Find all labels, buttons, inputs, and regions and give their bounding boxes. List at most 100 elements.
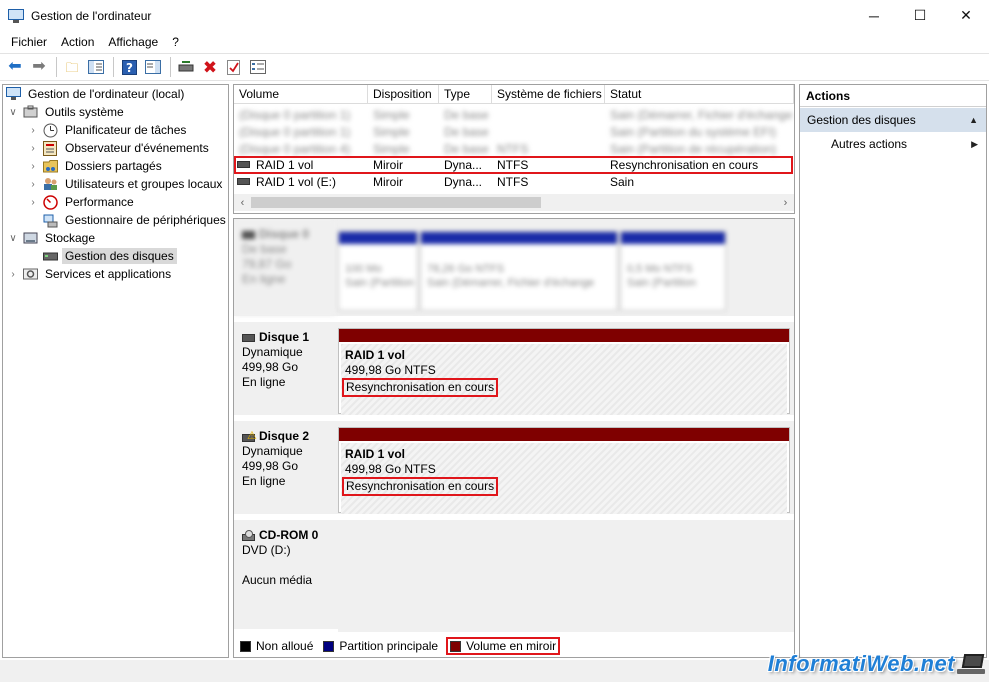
menu-bar: Fichier Action Affichage ? <box>0 31 989 53</box>
forward-arrow-icon[interactable]: ➡ <box>28 56 50 78</box>
chevron-down-icon[interactable]: ∨ <box>7 233 19 244</box>
chevron-down-icon[interactable]: ∨ <box>7 107 19 118</box>
highlight-box <box>234 156 793 174</box>
back-arrow-icon[interactable]: ⬅ <box>4 56 26 78</box>
volume-size: 499,98 Go NTFS <box>345 363 436 377</box>
column-systeme-fichiers[interactable]: Système de fichiers <box>492 85 605 104</box>
event-viewer-icon <box>42 140 58 156</box>
disk-row-0[interactable]: Disque 0 De base 79,87 Go En ligne 100 M… <box>234 219 794 319</box>
chevron-right-icon[interactable]: › <box>7 269 19 280</box>
tree-planificateur[interactable]: › Planificateur de tâches <box>27 121 189 139</box>
help-icon[interactable]: ? <box>118 56 140 78</box>
minimize-button[interactable]: ─ <box>851 0 897 31</box>
disk-graphical-view: Disque 0 De base 79,87 Go En ligne 100 M… <box>233 218 795 658</box>
disk-row-2[interactable]: ⚠ Disque 2 Dynamique 499,98 Go En ligne R… <box>234 421 794 517</box>
list-view-icon[interactable] <box>247 56 269 78</box>
delete-icon[interactable]: ✖ <box>199 56 221 78</box>
tree-gestionnaire-peripheriques[interactable]: Gestionnaire de périphériques <box>42 211 228 229</box>
tree-gestion-disques[interactable]: Gestion des disques <box>42 247 177 265</box>
close-button[interactable]: ✕ <box>943 0 989 31</box>
column-volume[interactable]: Volume <box>234 85 368 104</box>
swatch-unallocated <box>240 640 251 652</box>
scroll-left-icon[interactable]: ‹ <box>234 194 251 211</box>
column-statut[interactable]: Statut <box>605 85 794 104</box>
mirror-volume-bar <box>339 428 789 441</box>
services-icon <box>22 266 38 282</box>
volume-list: Volume Disposition Type Système de fichi… <box>233 84 795 214</box>
tree-services-applications[interactable]: › Services et applications <box>7 265 174 283</box>
swatch-mirror <box>450 640 462 652</box>
disk-name: Disque 1 <box>259 330 310 344</box>
cd-type: DVD (D:) <box>242 543 291 557</box>
menu-action[interactable]: Action <box>54 35 101 49</box>
computer-management-icon <box>8 8 24 23</box>
console-tree: Gestion de l'ordinateur (local) ∨ Outils… <box>2 84 229 658</box>
column-type[interactable]: Type <box>439 85 492 104</box>
column-disposition[interactable]: Disposition <box>368 85 439 104</box>
cd-drive-icon <box>242 529 256 542</box>
chevron-right-icon[interactable]: › <box>27 197 39 208</box>
users-icon <box>42 176 58 192</box>
menu-affichage[interactable]: Affichage <box>101 35 165 49</box>
collapse-up-icon[interactable]: ▲ <box>969 115 978 125</box>
properties-icon[interactable] <box>223 56 245 78</box>
chevron-right-icon[interactable]: › <box>27 143 39 154</box>
legend: Non alloué Partition principale Volume e… <box>234 635 794 657</box>
tree-outils-systeme[interactable]: ∨ Outils système <box>7 103 127 121</box>
watermark-logo: InformatiWeb.net <box>767 651 955 676</box>
actions-header: Actions <box>800 85 986 107</box>
toolbar: ⬅ ➡ 🗀 ? ✖ <box>0 53 989 81</box>
table-row[interactable]: (Disque 0 partition 1) Simple De base Sa… <box>234 123 794 140</box>
scroll-right-icon[interactable]: › <box>777 194 794 211</box>
volume-status: Resynchronisation en cours <box>342 477 499 496</box>
disk-row-cdrom[interactable]: CD-ROM 0 DVD (D:) Aucun média <box>234 520 794 632</box>
tree-root[interactable]: Gestion de l'ordinateur (local) <box>5 85 187 103</box>
tree-observateur[interactable]: › Observateur d'événements <box>27 139 212 157</box>
table-row[interactable]: (Disque 0 partition 1) Simple De base Sa… <box>234 106 794 123</box>
svg-text:?: ? <box>126 61 133 75</box>
performance-icon <box>42 194 58 210</box>
chevron-right-icon[interactable]: › <box>27 179 39 190</box>
maximize-button[interactable]: ☐ <box>897 0 943 31</box>
table-row-raid1-vol-e[interactable]: RAID 1 vol (E:) Miroir Dyna... NTFS Sain <box>234 173 794 190</box>
horizontal-scrollbar[interactable]: ‹ › <box>234 194 794 211</box>
tree-performance[interactable]: › Performance <box>27 193 137 211</box>
tree-stockage[interactable]: ∨ Stockage <box>7 229 98 247</box>
disk-size: 499,98 Go <box>242 360 299 374</box>
volume-name: RAID 1 vol <box>345 348 406 362</box>
disk-row-1[interactable]: Disque 1 Dynamique 499,98 Go En ligne RA… <box>234 322 794 418</box>
laptop-icon <box>957 652 987 678</box>
autres-actions-item[interactable]: Autres actions ▶ <box>800 132 986 156</box>
show-hide-tree-icon[interactable] <box>85 56 107 78</box>
tree-utilisateurs[interactable]: › Utilisateurs et groupes locaux <box>27 175 225 193</box>
volume-name: RAID 1 vol <box>345 447 406 461</box>
menu-help[interactable]: ? <box>165 35 186 49</box>
tree-dossiers-partages[interactable]: › Dossiers partagés <box>27 157 165 175</box>
legend-mirror: Volume en miroir <box>446 637 561 655</box>
mirror-volume-partition[interactable]: RAID 1 vol 499,98 Go NTFS Resynchronisat… <box>338 328 790 415</box>
legend-unallocated: Non alloué <box>238 637 315 655</box>
menu-fichier[interactable]: Fichier <box>4 35 54 49</box>
mirror-volume-bar <box>339 329 789 342</box>
legend-primary: Partition principale <box>321 637 440 655</box>
storage-icon <box>22 230 38 246</box>
show-action-pane-icon[interactable] <box>142 56 164 78</box>
shared-folder-icon <box>42 158 58 174</box>
disk-type: Dynamique <box>242 444 303 458</box>
chevron-right-icon[interactable]: › <box>27 161 39 172</box>
submenu-arrow-icon: ▶ <box>971 138 978 149</box>
scrollbar-thumb[interactable] <box>251 197 541 208</box>
table-row[interactable]: (Disque 0 partition 4) Simple De base NT… <box>234 140 794 157</box>
volume-status: Resynchronisation en cours <box>342 378 499 397</box>
disk-type: Dynamique <box>242 345 303 359</box>
connect-disk-icon[interactable] <box>175 56 197 78</box>
up-folder-icon[interactable]: 🗀 <box>61 56 83 78</box>
chevron-right-icon[interactable]: › <box>27 125 39 136</box>
disk-state: En ligne <box>242 375 286 389</box>
volume-icon <box>237 178 250 185</box>
title-bar: Gestion de l'ordinateur ─ ☐ ✕ <box>0 0 989 31</box>
disk-size: 499,98 Go <box>242 459 299 473</box>
actions-section-gestion-disques[interactable]: Gestion des disques ▲ <box>800 108 986 132</box>
computer-icon <box>5 86 21 102</box>
mirror-volume-partition[interactable]: RAID 1 vol 499,98 Go NTFS Resynchronisat… <box>338 427 790 514</box>
